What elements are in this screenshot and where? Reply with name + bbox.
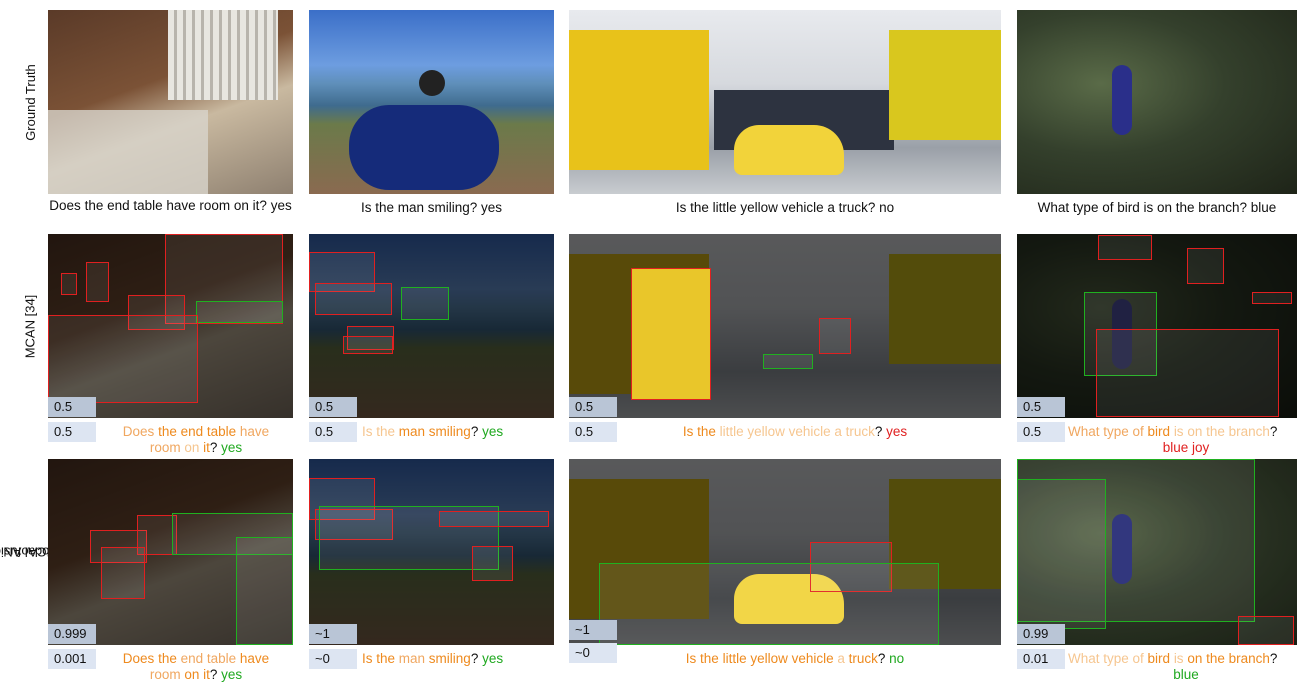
attention-box — [631, 268, 711, 400]
score-bottom: 0.5 — [1017, 422, 1065, 442]
score-top: ~1 — [309, 624, 357, 644]
row-label-ground-truth: Ground Truth — [22, 63, 38, 141]
gt-image-trucks — [569, 10, 1001, 194]
attention-box — [61, 273, 77, 295]
attention-box — [599, 563, 939, 645]
mcan-question-3: Is the little yellow vehicle a truck? ye… — [682, 424, 908, 439]
score-top: 0.5 — [1017, 397, 1065, 417]
attention-box — [196, 301, 283, 323]
attention-box — [1187, 248, 1224, 284]
attention-box — [763, 354, 813, 369]
mcan-question-2: Is the man smiling? yes — [362, 424, 504, 439]
gt-caption-3: Is the little yellow vehicle a truck? no — [675, 200, 895, 215]
mcaoan-question-4: What type of bird is on the branch? blue — [1068, 651, 1278, 682]
row-label-mcaoan: MCAoAN w/multimodal fusion — [0, 544, 88, 560]
gt-caption-2: Is the man smiling? yes — [360, 200, 503, 215]
mcaoan-question-3: Is the little yellow vehicle a truck? no — [685, 651, 905, 666]
attention-box — [1252, 292, 1292, 304]
mcan-image-bird — [1017, 234, 1297, 418]
score-top: 0.5 — [309, 397, 357, 417]
attention-box — [472, 546, 513, 581]
row-label-mcan: MCAN [34] — [22, 294, 38, 358]
score-top: 0.99 — [1017, 624, 1065, 644]
gt-caption-1: Does the end table have room on it? yes — [49, 198, 292, 213]
attention-box — [1096, 329, 1279, 417]
mcan-image-trucks — [569, 234, 1001, 418]
mcan-question-4: What type of bird is on the branch? blue… — [1068, 424, 1278, 455]
gt-image-bird — [1017, 10, 1297, 194]
mcaoan-question-2: Is the man smiling? yes — [362, 651, 504, 666]
gt-image-bedroom — [48, 10, 293, 194]
mcan-image-bedroom — [48, 234, 293, 418]
score-bottom: ~0 — [569, 643, 617, 663]
attention-box — [1098, 235, 1152, 260]
mcaoan-image-bird — [1017, 459, 1297, 645]
score-top: 0.5 — [48, 397, 96, 417]
attention-box — [101, 547, 145, 599]
score-bottom: ~0 — [309, 649, 357, 669]
score-bottom: 0.01 — [1017, 649, 1065, 669]
mcan-question-1: Does the end table have room on it? yes — [122, 424, 270, 455]
attention-box — [236, 537, 293, 645]
score-top: 0.5 — [569, 397, 617, 417]
gt-caption-4: What type of bird is on the branch? blue — [1037, 200, 1277, 215]
score-bottom: 0.5 — [569, 422, 617, 442]
score-bottom: 0.5 — [48, 422, 96, 442]
attention-box — [86, 262, 109, 302]
attention-box — [315, 283, 392, 315]
mcan-image-motorcycle — [309, 234, 554, 418]
score-top: 0.999 — [48, 624, 96, 644]
gt-image-motorcycle — [309, 10, 554, 194]
score-bottom: 0.5 — [309, 422, 357, 442]
mcaoan-image-motorcycle — [309, 459, 554, 645]
attention-box — [819, 318, 851, 354]
attention-box — [401, 287, 449, 320]
attention-box — [343, 336, 393, 354]
score-bottom: 0.001 — [48, 649, 96, 669]
attention-box — [439, 511, 549, 527]
score-top: ~1 — [569, 620, 617, 640]
attention-box — [1238, 616, 1294, 645]
mcaoan-question-1: Does the end table have room on it? yes — [122, 651, 270, 682]
mcaoan-image-trucks — [569, 459, 1001, 645]
attention-box — [1017, 479, 1106, 629]
mcaoan-image-bedroom — [48, 459, 293, 645]
attention-box — [48, 315, 198, 403]
